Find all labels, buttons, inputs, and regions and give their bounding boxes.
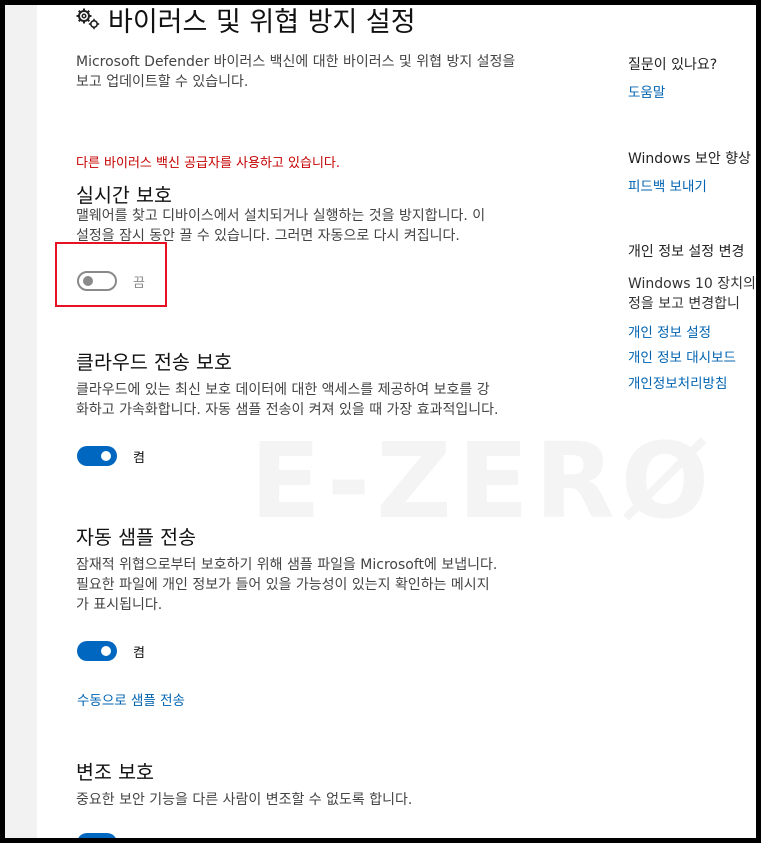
sidebar-privacy-text: Windows 10 장치의 정을 보고 변경합니	[628, 276, 756, 312]
tamper-protection-description: 중요한 보안 기능을 다른 사람이 변조할 수 없도록 합니다.	[76, 792, 413, 808]
manual-sample-submit-link[interactable]: 수동으로 샘플 전송	[77, 689, 185, 709]
cloud-protection-toggle[interactable]	[77, 446, 117, 466]
sidebar-privacy-heading: 개인 정보 설정 변경	[628, 244, 745, 260]
sample-submission-title: 자동 샘플 전송	[76, 526, 197, 549]
page-title-text: 바이러스 및 위협 방지 설정	[108, 6, 416, 38]
page-title: 바이러스 및 위협 방지 설정	[76, 5, 416, 39]
privacy-statement-link[interactable]: 개인정보처리방침	[628, 372, 727, 392]
sidebar-question-heading: 질문이 있나요?	[628, 57, 718, 73]
cloud-protection-title: 클라우드 전송 보호	[76, 351, 232, 374]
cloud-protection-toggle-row: 켬	[77, 446, 145, 466]
navigation-strip	[5, 5, 37, 838]
realtime-protection-toggle-row: 끔	[77, 271, 145, 291]
settings-window: E-ZERØ 바이러스 및 위협 방지 설정 Microsoft Defende…	[5, 5, 756, 838]
sample-submission-description: 잠재적 위협으로부터 보호하기 위해 샘플 파일을 Microsoft에 보냅니…	[76, 557, 498, 613]
warning-text: 다른 바이러스 백신 공급자를 사용하고 있습니다.	[76, 156, 340, 171]
sidebar-improve-heading: Windows 보안 향상	[628, 151, 751, 167]
privacy-dashboard-link[interactable]: 개인 정보 대시보드	[628, 346, 736, 366]
watermark: E-ZERØ	[250, 420, 716, 542]
tamper-protection-toggle[interactable]	[77, 833, 117, 838]
privacy-settings-link[interactable]: 개인 정보 설정	[628, 321, 711, 341]
realtime-protection-toggle[interactable]	[77, 271, 117, 291]
realtime-protection-description: 맬웨어를 찾고 디바이스에서 설치되거나 실행하는 것을 방지합니다. 이 설정…	[76, 208, 486, 244]
cloud-protection-description: 클라우드에 있는 최신 보호 데이터에 대한 액세스를 제공하여 보호를 강 화…	[76, 382, 499, 418]
page-description: Microsoft Defender 바이러스 백신에 대한 바이러스 및 위협…	[76, 54, 516, 90]
realtime-protection-title: 실시간 보호	[76, 184, 172, 207]
tamper-protection-title: 변조 보호	[76, 761, 154, 784]
sample-submission-toggle[interactable]	[77, 641, 117, 661]
gear-icon	[76, 8, 100, 30]
cloud-protection-state: 켬	[133, 450, 145, 466]
feedback-link[interactable]: 피드백 보내기	[628, 175, 707, 195]
sample-submission-state: 켬	[133, 645, 145, 661]
sample-submission-toggle-row: 켬	[77, 641, 145, 661]
realtime-protection-state: 끔	[133, 275, 145, 291]
help-link[interactable]: 도움말	[628, 81, 665, 101]
